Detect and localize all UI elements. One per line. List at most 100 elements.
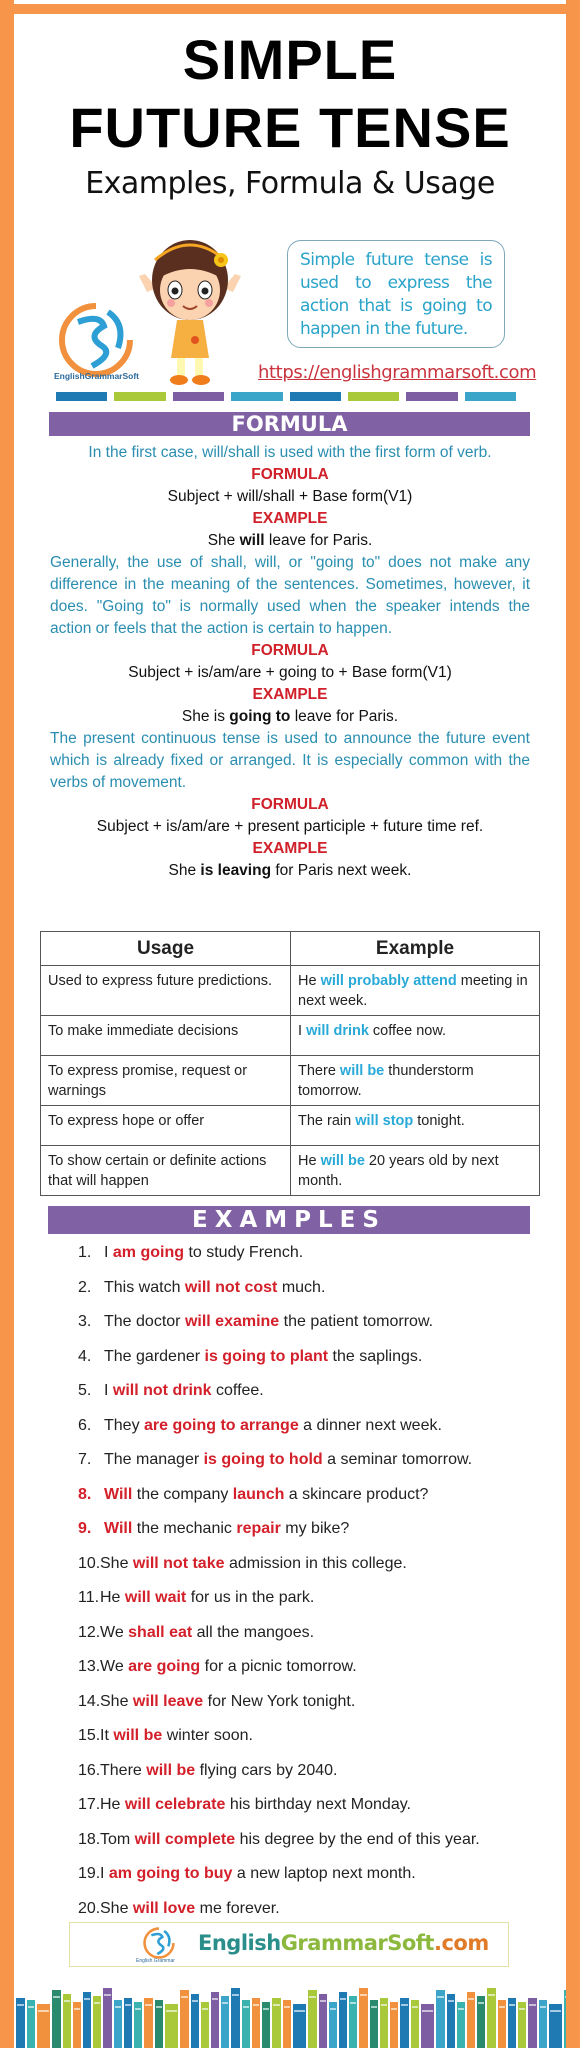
example-number: 14. bbox=[78, 1692, 101, 1710]
example-number: 3. bbox=[78, 1313, 92, 1330]
book-band bbox=[401, 2004, 408, 2006]
text: There bbox=[298, 1063, 340, 1079]
example-number: 10. bbox=[78, 1554, 101, 1572]
text: admission in this college. bbox=[224, 1554, 407, 1572]
website-link[interactable]: https://englishgrammarsoft.com bbox=[258, 362, 537, 383]
book-band bbox=[284, 2006, 290, 2008]
book-band bbox=[340, 1998, 346, 2000]
example-item: 16.There will be flying cars by 2040. bbox=[78, 1759, 538, 1794]
book-band bbox=[499, 2006, 505, 2008]
text: for a picnic tomorrow. bbox=[200, 1658, 357, 1675]
example-item: 3. The doctor will examine the patient to… bbox=[78, 1310, 538, 1345]
book-band bbox=[371, 2006, 377, 2008]
book-band bbox=[84, 1998, 90, 2000]
text: There bbox=[100, 1761, 147, 1779]
book-band bbox=[38, 2010, 49, 2012]
text: He bbox=[100, 1796, 125, 1813]
title-line-2: FUTURE TENSE bbox=[69, 96, 511, 159]
formula-text: Subject + will/shall + Base form(V1) bbox=[167, 488, 413, 505]
book-spine bbox=[308, 1990, 317, 2048]
book-spine bbox=[564, 1990, 566, 2048]
formula-block-1: In the first case, will/shall is used wi… bbox=[50, 442, 530, 882]
example-item: 14.She will leave for New York tonight. bbox=[78, 1690, 538, 1725]
logo-text: EnglishGrammarSoft bbox=[54, 371, 140, 381]
book-band bbox=[478, 2002, 484, 2004]
example-number: 9. bbox=[78, 1520, 92, 1537]
text: She bbox=[100, 1899, 133, 1917]
example-sentence: She will leave for Paris. bbox=[50, 530, 530, 552]
example-item: 7. The manager is going to hold a seminar… bbox=[78, 1448, 538, 1483]
text: We bbox=[100, 1623, 129, 1641]
book-band bbox=[181, 1996, 188, 1998]
book-band bbox=[263, 2008, 269, 2010]
example-cell: He will be 20 years old by next month. bbox=[290, 1145, 540, 1196]
highlight: will be bbox=[320, 1153, 365, 1169]
stripe-segment bbox=[289, 392, 341, 401]
book-band bbox=[94, 2002, 100, 2004]
footer-logo-caption: English Grammar bbox=[136, 1958, 175, 1964]
formula-heading: FORMULA bbox=[49, 412, 530, 436]
book-band bbox=[350, 2002, 356, 2004]
decorative-stripes bbox=[56, 392, 516, 401]
formula-description: Generally, the use of shall, will, or "g… bbox=[50, 554, 530, 637]
title-line-1: SIMPLE bbox=[182, 28, 398, 91]
text: coffee now. bbox=[368, 1023, 447, 1039]
example-item: 13.We are going for a picnic tomorrow. bbox=[78, 1655, 538, 1690]
formula-description: In the first case, will/shall is used wi… bbox=[88, 444, 492, 461]
text: flying cars by 2040. bbox=[195, 1761, 338, 1779]
stripe-segment bbox=[231, 392, 283, 401]
book-spine bbox=[447, 1994, 455, 2048]
example-item: 17.He will celebrate his birthday next M… bbox=[78, 1793, 538, 1828]
column-header-usage: Usage bbox=[40, 931, 291, 966]
book-band bbox=[232, 1994, 239, 1996]
bookshelf-illustration bbox=[16, 1988, 566, 2048]
book-band bbox=[391, 2008, 397, 2010]
book-spine bbox=[487, 1988, 496, 2048]
formula-label: FORMULA bbox=[251, 466, 329, 483]
text: a new laptop next month. bbox=[232, 1865, 416, 1882]
stripe-segment bbox=[406, 392, 458, 401]
logo-icon bbox=[59, 303, 133, 377]
book-band bbox=[192, 2000, 198, 2002]
text: She is bbox=[181, 708, 230, 725]
highlight: will leave bbox=[132, 1692, 204, 1710]
book-band bbox=[412, 2006, 418, 2008]
brand-part: GrammarSoft bbox=[280, 1931, 435, 1955]
subtitle: Examples, Formula & Usage bbox=[85, 166, 495, 201]
book-band bbox=[212, 1998, 218, 2000]
example-label: EXAMPLE bbox=[252, 840, 328, 857]
text: The gardener bbox=[104, 1347, 205, 1365]
book-band bbox=[135, 2008, 141, 2010]
book-band bbox=[222, 2002, 228, 2004]
book-band bbox=[381, 2004, 387, 2006]
example-number: 2. bbox=[78, 1278, 92, 1296]
book-band bbox=[156, 2006, 162, 2008]
stripe-segment bbox=[464, 392, 516, 401]
example-item: 1. I am going to study French. bbox=[78, 1241, 538, 1276]
highlight: will examine bbox=[184, 1313, 280, 1330]
text: coffee. bbox=[211, 1382, 264, 1399]
footer-banner[interactable]: English Grammar EnglishGrammarSoft.com bbox=[69, 1922, 509, 1967]
text: tonight. bbox=[413, 1113, 465, 1129]
formula-description: The present continuous tense is used to … bbox=[50, 730, 530, 791]
text: It bbox=[100, 1727, 114, 1744]
example-number: 13. bbox=[78, 1658, 101, 1675]
text: winter soon. bbox=[162, 1727, 253, 1744]
text: the patient tomorrow. bbox=[279, 1313, 434, 1330]
text: a dinner next week. bbox=[298, 1416, 442, 1434]
text: I bbox=[104, 1382, 113, 1399]
example-number: 8. bbox=[78, 1485, 92, 1503]
text: his degree by the end of this year. bbox=[235, 1830, 480, 1848]
example-number: 20. bbox=[78, 1899, 101, 1917]
highlight: will bbox=[239, 532, 265, 549]
text: a skincare product? bbox=[284, 1485, 429, 1503]
example-number: 19. bbox=[78, 1865, 101, 1882]
book-spine bbox=[359, 1988, 368, 2048]
stripe-segment bbox=[114, 392, 166, 401]
example-sentence: She is going to leave for Paris. bbox=[50, 706, 530, 728]
example-number: 15. bbox=[78, 1727, 101, 1744]
brand-part: English bbox=[198, 1931, 281, 1955]
highlight: will celebrate bbox=[124, 1796, 226, 1813]
book-band bbox=[550, 2010, 561, 2012]
stripe-segment bbox=[172, 392, 225, 401]
